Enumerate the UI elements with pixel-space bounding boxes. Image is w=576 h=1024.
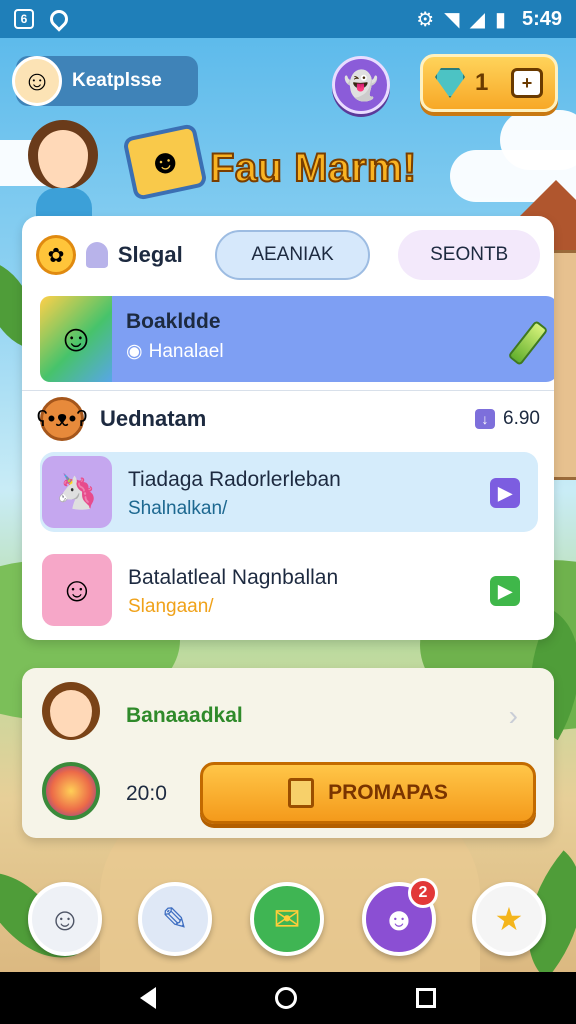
tab-secondary[interactable]: SEONTB xyxy=(398,230,540,280)
chevron-right-icon[interactable]: ▶ xyxy=(490,478,520,508)
tab-label: AEANIAK xyxy=(251,244,334,265)
featured-subtitle: ◉ Hanalael xyxy=(126,340,224,363)
item-thumbnail: 🦄 xyxy=(42,456,112,528)
promo-button[interactable]: PROMAPAS xyxy=(200,762,536,824)
signal-icon: ◢ xyxy=(469,8,485,31)
avatar: ☺ xyxy=(12,56,62,106)
notification-icon: 6 xyxy=(14,9,34,29)
nav-friends-button[interactable]: ☻ 2 xyxy=(362,878,438,956)
item-subtitle: Slangaan/ xyxy=(128,596,214,617)
item-title: Tiadaga Radorlerleban xyxy=(128,468,341,491)
wifi-icon: ◥ xyxy=(444,8,460,31)
face-icon: ☻ xyxy=(382,900,416,937)
bear-icon: ʕ•ᴥ•ʔ xyxy=(37,397,87,441)
ghost-icon: 👻 xyxy=(343,69,379,101)
section-header: ʕ•ᴥ•ʔ Uednatam ↓ 6.90 xyxy=(37,396,540,442)
clock: 5:49 xyxy=(521,7,562,30)
location-icon xyxy=(46,6,72,32)
nav-mail-button[interactable]: ✉ xyxy=(250,882,324,956)
reward-card: Banaaadkal › 20:0 PROMAPAS xyxy=(22,668,554,838)
battery-icon: ▮ xyxy=(494,8,506,31)
back-icon[interactable] xyxy=(139,987,156,1009)
reward-amount: 20:0 xyxy=(126,782,167,805)
cloud xyxy=(500,110,576,170)
card-title: Slegal xyxy=(117,242,183,267)
section-title: Uednatam xyxy=(100,406,207,431)
section-meta-value: 6.90 xyxy=(503,408,540,429)
system-nav-bar xyxy=(0,972,576,1024)
recents-icon[interactable] xyxy=(416,988,437,1008)
hero-title: Fau Marm! xyxy=(209,145,417,191)
chevron-right-icon[interactable]: › xyxy=(509,700,518,732)
book-icon xyxy=(288,778,315,808)
chevron-right-icon[interactable]: ▶ xyxy=(490,576,520,606)
tab-label: SEONTB xyxy=(430,244,509,265)
user-icon: ☺ xyxy=(48,900,82,937)
avatar xyxy=(42,682,100,740)
download-icon: ↓ xyxy=(475,409,496,429)
ghost-button[interactable]: 👻 xyxy=(332,56,390,114)
featured-body: Boakldde ◉ Hanalael xyxy=(112,296,554,382)
list-item[interactable]: ☺ Batalatleal Nagnballan Slangaan/ ▶ xyxy=(40,550,538,630)
gem-counter[interactable]: 1 + xyxy=(420,54,558,112)
item-subtitle: Shalnalkan/ xyxy=(128,498,228,519)
nav-favorites-button[interactable]: ★ xyxy=(472,882,546,956)
list-item[interactable]: 🦄 Tiadaga Radorlerleban Shalnalkan/ ▶ xyxy=(40,452,538,532)
featured-title: Boakldde xyxy=(126,310,221,333)
home-icon[interactable] xyxy=(274,987,297,1009)
pencil-icon: ✎ xyxy=(161,901,189,937)
character-head xyxy=(28,120,98,190)
profile-name: Keatplsse xyxy=(72,70,162,91)
notification-badge: 2 xyxy=(408,878,438,908)
nav-profile-button[interactable]: ☺ xyxy=(28,882,102,956)
nav-edit-button[interactable]: ✎ xyxy=(138,882,212,956)
item-thumbnail: ☺ xyxy=(42,554,112,626)
candy-icon: ◉ xyxy=(126,341,143,362)
reward-title[interactable]: Banaaadkal xyxy=(126,704,243,728)
star-icon: ★ xyxy=(494,901,524,937)
item-title: Batalatleal Nagnballan xyxy=(128,566,339,589)
featured-thumbnail: ☺ xyxy=(40,296,112,382)
hero-character xyxy=(20,120,108,218)
ghost-small-icon xyxy=(85,242,108,268)
divider xyxy=(22,390,554,391)
add-gems-button[interactable]: + xyxy=(511,68,543,98)
mail-icon: ✉ xyxy=(273,901,301,937)
coin-icon xyxy=(42,762,100,820)
gear-icon[interactable]: ✿ xyxy=(36,235,76,275)
status-bar: 6 ⚙ ◥ ◢ ▮ 5:49 xyxy=(0,0,576,38)
card-header: ✿ Slegal AEANIAK SEONTB xyxy=(22,216,554,294)
section-meta: ↓ 6.90 xyxy=(475,408,540,430)
gem-count: 1 xyxy=(475,69,489,96)
main-card: ✿ Slegal AEANIAK SEONTB ☺ Boakldde ◉ Han… xyxy=(22,216,554,640)
gem-icon xyxy=(435,68,465,98)
tab-primary[interactable]: AEANIAK xyxy=(214,230,371,280)
bottom-nav: ☺ ✎ ✉ ☻ 2 ★ xyxy=(0,872,576,972)
profile-pill[interactable]: ☺ Keatplsse xyxy=(12,56,198,106)
character-body xyxy=(36,188,92,218)
settings-icon: ⚙ xyxy=(416,8,435,31)
featured-item[interactable]: ☺ Boakldde ◉ Hanalael xyxy=(40,296,554,382)
promo-button-label: PROMAPAS xyxy=(328,781,448,804)
